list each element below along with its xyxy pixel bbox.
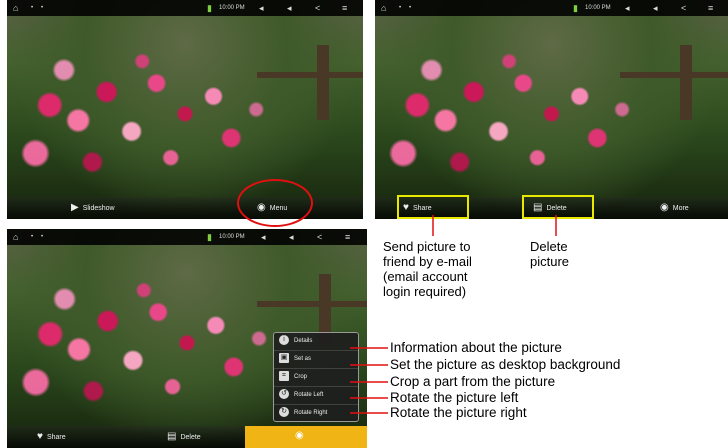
set-as-annotation: Set the picture as desktop background [390, 357, 621, 372]
screenshot-gallery-view: ⌂ • • ▮ 10:00 PM ◂ ◂ < ≡ ▶ Slideshow ◉ Men… [7, 0, 363, 219]
status-bar: ⌂ • • ▮ 10:00 PM ◂ ◂ < ≡ [375, 0, 728, 16]
more-button[interactable]: ◉ More [660, 197, 689, 219]
more-popup-menu: i Details ▣ Set as ⌗ Crop ↺ Rotate Left ↻ Rot… [273, 332, 359, 422]
share-label: Share [46, 433, 66, 441]
clock: 10:00 PM [219, 234, 245, 240]
clock: 10:00 PM [585, 5, 611, 11]
back-icon[interactable]: < [315, 0, 320, 16]
delete-button[interactable]: ▤ Delete [167, 426, 201, 448]
play-icon: ▶ [71, 202, 79, 213]
fence-rail [257, 301, 367, 307]
notification-icon: • [399, 5, 402, 11]
volume-down-icon[interactable]: ◂ [261, 229, 266, 245]
popup-item-rotate-right[interactable]: ↻ Rotate Right [274, 405, 358, 422]
share-button[interactable]: ♥ Share [37, 426, 66, 448]
fence-rail [620, 72, 728, 78]
fence-post [680, 45, 692, 120]
fence-rail [257, 72, 363, 78]
battery-icon: ▮ [207, 232, 212, 242]
popup-item-set-as[interactable]: ▣ Set as [274, 351, 358, 369]
flower-photo [375, 0, 728, 219]
delete-note-line: Delete [530, 239, 568, 254]
crop-label: Crop [294, 374, 308, 380]
details-annotation: Information about the picture [390, 340, 562, 355]
home-icon[interactable]: ⌂ [381, 0, 386, 16]
back-icon[interactable]: < [681, 0, 686, 16]
notification-icon: • [409, 5, 412, 11]
crop-icon: ⌗ [279, 371, 289, 382]
share-icon: ♥ [37, 431, 43, 442]
status-bar: ⌂ • • ▮ 10:00 PM ◂ ◂ < ≡ [7, 229, 367, 245]
home-icon[interactable]: ⌂ [13, 229, 18, 245]
share-annotation: Send picture to friend by e-mail (email … [383, 239, 493, 299]
menu-icon[interactable]: ≡ [342, 0, 347, 16]
menu-highlight-circle [237, 179, 313, 227]
details-label: Details [294, 338, 313, 344]
fence-post [317, 45, 329, 120]
volume-down-icon[interactable]: ◂ [259, 0, 264, 16]
clock: 10:00 PM [219, 5, 245, 11]
set-as-icon: ▣ [279, 353, 289, 364]
volume-up-icon[interactable]: ◂ [287, 0, 292, 16]
notification-icon: • [41, 5, 44, 11]
more-button-active[interactable]: ◉ [245, 426, 367, 448]
rotate-right-icon: ↻ [279, 407, 289, 418]
slideshow-label: Slideshow [82, 204, 115, 212]
slideshow-button[interactable]: ▶ Slideshow [71, 197, 115, 219]
popup-item-rotate-left[interactable]: ↺ Rotate Left [274, 387, 358, 405]
volume-up-icon[interactable]: ◂ [653, 0, 658, 16]
share-highlight-box [397, 195, 469, 219]
battery-icon: ▮ [573, 3, 578, 13]
menu-icon[interactable]: ≡ [708, 0, 713, 16]
battery-icon: ▮ [207, 3, 212, 13]
popup-item-details[interactable]: i Details [274, 333, 358, 351]
delete-label: Delete [180, 433, 201, 441]
share-note-line: Send picture to [383, 239, 471, 254]
share-note-line: friend by e-mail [383, 254, 472, 269]
volume-up-icon[interactable]: ◂ [289, 229, 294, 245]
flower-photo [7, 0, 363, 219]
home-icon[interactable]: ⌂ [13, 0, 18, 16]
rotate-left-icon: ↺ [279, 389, 289, 400]
delete-annotation: Delete picture [530, 239, 569, 269]
popup-item-crop[interactable]: ⌗ Crop [274, 369, 358, 387]
share-note-line: login required) [383, 284, 467, 299]
screenshot-menu-open: ⌂ • • ▮ 10:00 PM ◂ ◂ < ≡ ♥ Share ▤ Delete … [375, 0, 728, 219]
rotate-left-annotation: Rotate the picture left [390, 390, 519, 405]
info-icon: i [279, 335, 289, 346]
delete-highlight-box [522, 195, 594, 219]
back-icon[interactable]: < [317, 229, 322, 245]
more-circle-icon: ◉ [660, 202, 669, 213]
bottom-bar: ♥ Share ▤ Delete ◉ [7, 426, 367, 448]
volume-down-icon[interactable]: ◂ [625, 0, 630, 16]
notification-icon: • [31, 234, 34, 240]
more-circle-icon: ◉ [295, 430, 304, 441]
notification-icon: • [31, 5, 34, 11]
crop-annotation: Crop a part from the picture [390, 374, 556, 389]
trash-icon: ▤ [167, 431, 177, 442]
screenshot-more-menu: ⌂ • • ▮ 10:00 PM ◂ ◂ < ≡ ♥ Share ▤ Delete … [7, 229, 367, 448]
share-note-line: (email account [383, 269, 468, 284]
rotate-left-label: Rotate Left [294, 392, 324, 398]
menu-icon[interactable]: ≡ [345, 229, 350, 245]
rotate-right-annotation: Rotate the picture right [390, 405, 527, 420]
notification-icon: • [41, 234, 44, 240]
rotate-right-label: Rotate Right [294, 410, 328, 416]
status-bar: ⌂ • • ▮ 10:00 PM ◂ ◂ < ≡ [7, 0, 363, 16]
more-label: More [672, 204, 689, 212]
set-as-label: Set as [294, 356, 312, 362]
delete-note-line: picture [530, 254, 570, 269]
